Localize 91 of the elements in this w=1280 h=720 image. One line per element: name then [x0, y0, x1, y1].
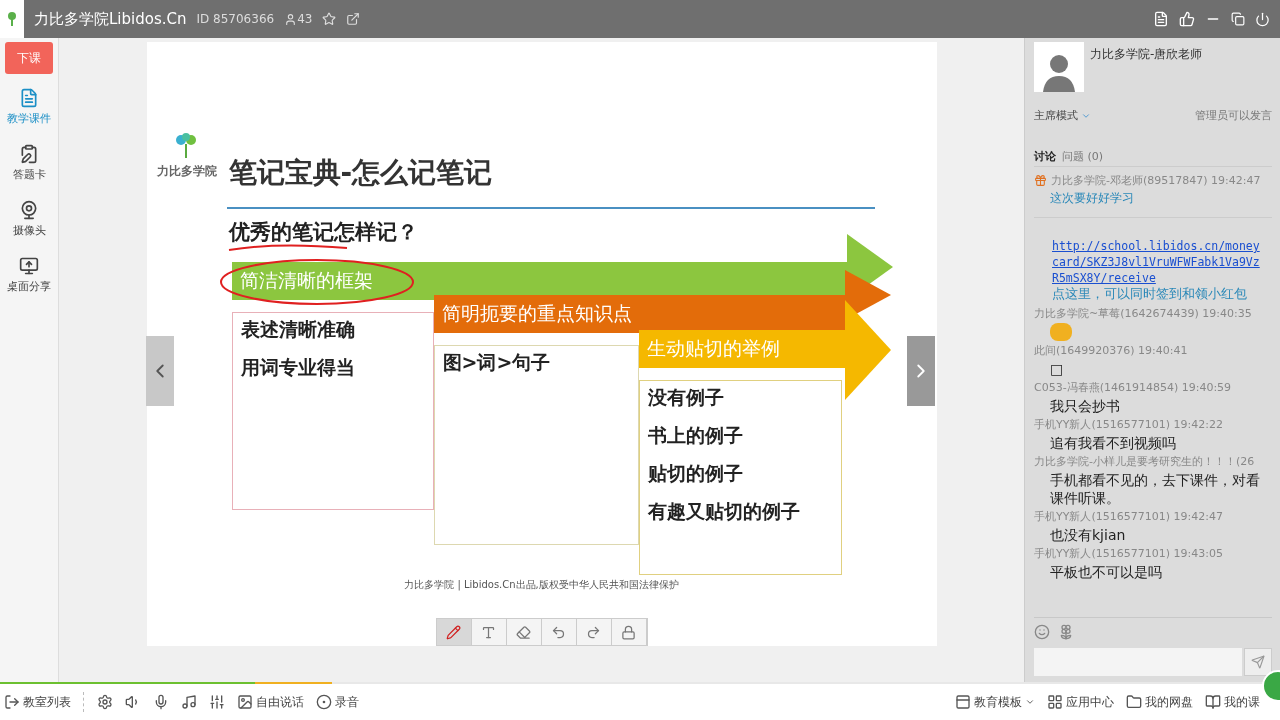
step-banner: 生动贴切的举例: [638, 330, 845, 368]
lock-icon: [621, 624, 636, 640]
speak-rule: 管理员可以发言: [1195, 108, 1272, 123]
draw-tool-button[interactable]: [471, 619, 507, 645]
mode-dropdown[interactable]: 主席模式: [1034, 108, 1091, 123]
message-sender: 手机YY新人(1516577101) 19:42:22: [1034, 417, 1224, 432]
sliders-icon[interactable]: [209, 694, 225, 710]
online-count: 43: [297, 12, 313, 26]
bar-button[interactable]: 录音: [316, 693, 359, 711]
draw-tool-button[interactable]: [541, 619, 577, 645]
power-icon[interactable]: [1255, 11, 1270, 27]
text-icon: [481, 624, 496, 640]
draw-tool-button[interactable]: [611, 619, 647, 645]
record-icon: [316, 694, 332, 710]
step-item: 有趣又贴切的例子: [647, 499, 801, 524]
user-icon: [284, 12, 298, 26]
notice-message: http://school.libidos.cn/moneycard/SKZ3J8vl1VruWFWFabk1Va9VzR5mSX8Y/receive 点这里，可以同时签到和领小红包: [1034, 217, 1272, 304]
step-item: 用词专业得当: [240, 355, 356, 380]
message-sender: 力比多学院-小样儿是要考研究生的！！！(26: [1034, 454, 1256, 469]
message-sender: 力比多学院-邓老师(89517847) 19:42:47: [1051, 173, 1261, 188]
message-sender: 力比多学院~草莓(1642674439) 19:40:35: [1034, 306, 1253, 321]
window-icon: [955, 694, 971, 710]
monitor-icon: [19, 256, 39, 276]
rail-tab[interactable]: 教学课件: [1, 84, 57, 130]
caret-icon: [1025, 697, 1035, 707]
pen-icon: [446, 624, 461, 640]
avatar: [1034, 42, 1084, 92]
undo-icon: [551, 624, 566, 640]
room-id: ID 85706366: [196, 12, 275, 26]
message-text: 平板也不可以是吗: [1049, 563, 1163, 581]
bar-button[interactable]: 我的课: [1205, 693, 1260, 711]
chat-tab[interactable]: 问题 (0): [1062, 149, 1104, 164]
bar-button[interactable]: 应用中心: [1047, 693, 1114, 711]
draw-tool-button[interactable]: [506, 619, 542, 645]
gift-icon: [1034, 174, 1047, 187]
step-item: 表述清晰准确: [240, 317, 356, 342]
flower-icon[interactable]: [1058, 624, 1074, 640]
app-name: 力比多学院Libidos.Cn: [34, 9, 187, 29]
exit-icon: [4, 694, 20, 710]
book-icon: [1205, 694, 1221, 710]
chat-input[interactable]: [1034, 648, 1242, 676]
picture-frame-icon: [237, 694, 253, 710]
grid-icon: [1047, 694, 1063, 710]
message-sender: 此间(1649920376) 19:40:41: [1034, 343, 1189, 358]
send-icon: [1251, 655, 1265, 669]
slide-question: 优秀的笔记怎样记？: [228, 219, 418, 246]
redo-icon: [586, 624, 601, 640]
draw-tool-button[interactable]: [576, 619, 612, 645]
message-text: 也没有kjian: [1049, 526, 1127, 544]
message-text: 追有我看不到视频吗: [1049, 434, 1177, 452]
folder-icon: [1126, 694, 1142, 710]
step-item: 书上的例子: [647, 423, 744, 448]
step-item: 没有例子: [647, 385, 725, 410]
clipboard-icon: [19, 144, 39, 164]
share-icon[interactable]: [346, 12, 361, 26]
message-sender: C053-冯春燕(1461914854) 19:40:59: [1034, 380, 1233, 395]
slide-logo: 力比多学院: [156, 132, 217, 180]
message-sender: 手机YY新人(1516577101) 19:43:05: [1034, 546, 1224, 561]
music-icon[interactable]: [181, 694, 197, 710]
rail-tab[interactable]: 桌面分享: [1, 252, 57, 298]
settings-icon[interactable]: [97, 694, 113, 710]
message-text: 这次要好好学习: [1049, 190, 1135, 207]
emoji-icon[interactable]: [1034, 624, 1050, 640]
chat-tab[interactable]: 讨论: [1034, 149, 1056, 164]
draw-tool-button[interactable]: [436, 619, 472, 645]
message-text: 手机都看不见的，去下课件，对看课件听课。: [1049, 471, 1261, 507]
webcam-icon: [19, 200, 39, 220]
document-icon: [19, 88, 39, 108]
message-sender: 手机YY新人(1516577101) 19:42:47: [1034, 509, 1224, 524]
step-item: 图>词>句子: [442, 350, 552, 375]
restore-icon[interactable]: [1231, 12, 1245, 26]
bar-button[interactable]: 教育模板: [955, 693, 1035, 711]
teacher-name: 力比多学院-唐欣老师: [1090, 46, 1203, 63]
message-text: □: [1049, 360, 1065, 378]
star-icon[interactable]: [322, 12, 337, 26]
send-button[interactable]: [1244, 648, 1272, 676]
bar-button[interactable]: 我的网盘: [1126, 693, 1193, 711]
eraser-icon: [516, 624, 531, 640]
slide-title: 笔记宝典-怎么记笔记: [228, 155, 493, 191]
message-text: 我只会抄书: [1049, 397, 1121, 415]
microphone-icon[interactable]: [153, 694, 169, 710]
copyright-text: 力比多学院 | Libidos.Cn出品,版权受中华人民共和国法律保护: [403, 578, 680, 592]
step-item: 贴切的例子: [647, 461, 744, 486]
receive-link[interactable]: http://school.libidos.cn/moneycard/SKZ3J8vl1VruWFWFabk1Va9VzR5mSX8Y/receive: [1052, 238, 1266, 286]
rail-tab[interactable]: 答题卡: [1, 140, 57, 186]
thumbs-up-icon[interactable]: [1179, 11, 1195, 27]
notes-icon[interactable]: [1153, 11, 1169, 27]
bar-button[interactable]: 教室列表: [4, 693, 71, 711]
rail-tab[interactable]: 摄像头: [1, 196, 57, 242]
emoji-icon: [1050, 323, 1072, 341]
bar-button[interactable]: 自由说话: [237, 693, 304, 711]
